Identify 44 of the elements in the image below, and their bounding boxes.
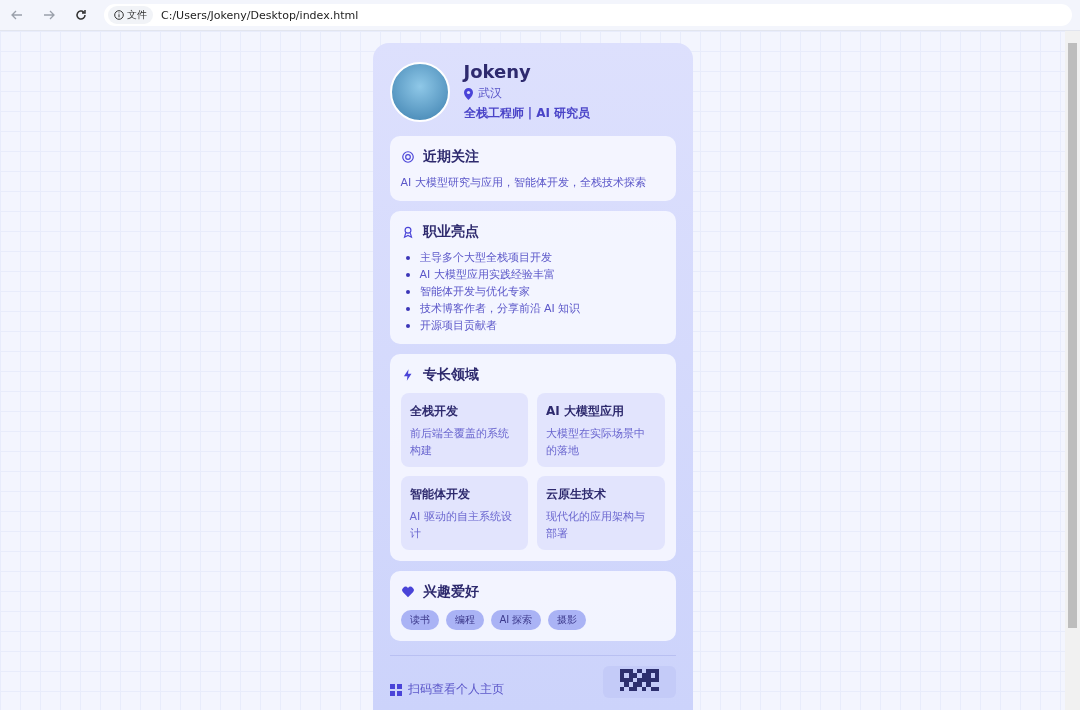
skill-title: AI 大模型应用 xyxy=(546,403,625,420)
bullet-icon xyxy=(405,255,410,260)
skill-title: 全栈开发 xyxy=(409,403,459,420)
list-item: 技术博客作者，分享前沿 AI 知识 xyxy=(419,301,581,316)
skill-title: 云原生技术 xyxy=(546,486,607,503)
skill-description: 大模型在实际场景中的落地 xyxy=(546,426,646,459)
profile-name: Jokeny xyxy=(463,61,532,82)
forward-arrow-icon xyxy=(43,9,55,21)
hobby-tag: 读书 xyxy=(400,610,439,630)
bullet-icon xyxy=(405,323,410,328)
grid-icon xyxy=(389,683,402,696)
location-pin-icon xyxy=(463,87,473,100)
bullet-icon xyxy=(405,272,410,277)
skill-title: 智能体开发 xyxy=(409,486,471,503)
section-heading: 职业亮点 xyxy=(422,223,479,241)
back-arrow-icon xyxy=(11,9,23,21)
site-info-chip[interactable]: 文件 xyxy=(108,6,153,24)
skill-description: AI 驱动的自主系统设计 xyxy=(409,509,513,542)
section-heading: 专长领域 xyxy=(422,366,479,384)
bullet-icon xyxy=(405,289,410,294)
address-bar[interactable]: 文件 C:/Users/Jokeny/Desktop/index.html xyxy=(104,4,1072,26)
heart-icon xyxy=(400,585,415,599)
skill-description: 现代化的应用架构与部署 xyxy=(546,509,646,542)
section-heading: 兴趣爱好 xyxy=(422,583,479,601)
list-item: 主导多个大型全栈项目开发 xyxy=(419,250,552,265)
hobby-tag: 编程 xyxy=(445,610,484,630)
skill-description: 前后端全覆盖的系统构建 xyxy=(409,426,510,459)
scrollbar[interactable] xyxy=(1065,31,1080,710)
section-text: AI 大模型研究与应用，智能体开发，全栈技术探索 xyxy=(400,175,647,190)
target-icon xyxy=(400,150,415,164)
list-item: 开源项目贡献者 xyxy=(419,318,497,333)
hobby-tag: AI 探索 xyxy=(490,610,542,630)
hobby-tag: 摄影 xyxy=(548,610,587,630)
section-heading: 近期关注 xyxy=(422,148,479,166)
reload-icon xyxy=(75,9,87,21)
location-text: 武汉 xyxy=(477,85,502,102)
url-text: C:/Users/Jokeny/Desktop/index.html xyxy=(161,8,359,22)
list-item: 智能体开发与优化专家 xyxy=(419,284,530,299)
bullet-icon xyxy=(405,306,410,311)
security-label: 文件 xyxy=(127,8,147,22)
profile-title: 全栈工程师 | AI 研究员 xyxy=(463,105,591,122)
info-icon xyxy=(114,10,124,20)
list-item: AI 大模型应用实践经验丰富 xyxy=(419,267,555,282)
qr-caption: 扫码查看个人主页 xyxy=(407,681,504,698)
